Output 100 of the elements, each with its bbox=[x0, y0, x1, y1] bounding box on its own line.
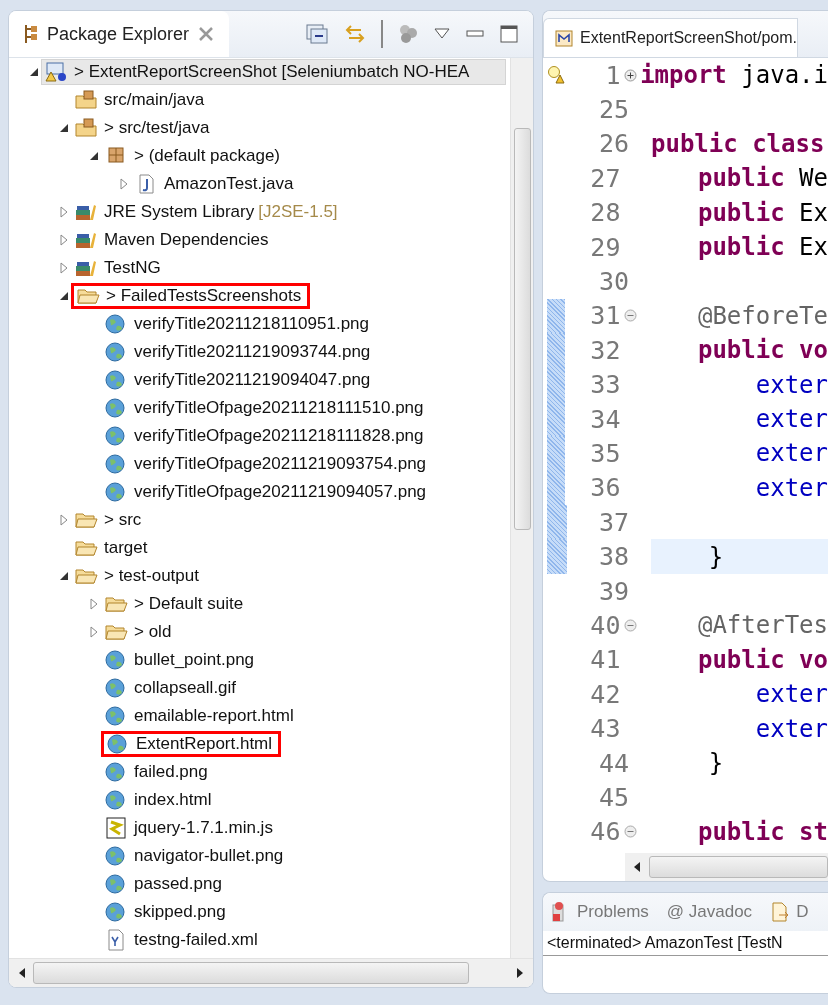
line-number: 37 bbox=[597, 507, 629, 537]
item-label: > src bbox=[104, 510, 142, 530]
collapse-fold-icon[interactable] bbox=[623, 309, 637, 323]
tree-item[interactable]: target bbox=[71, 535, 155, 561]
scroll-right-icon[interactable] bbox=[515, 967, 525, 979]
tree-item[interactable]: > ExtentReportScreenShot [Seleniumbatch NO-HEA bbox=[41, 59, 506, 85]
editor-tab[interactable]: ExtentReportScreenShot/pom. bbox=[543, 18, 798, 57]
collapse-fold-icon[interactable] bbox=[623, 825, 637, 839]
tree-item[interactable]: verifyTitle20211219093744.png bbox=[101, 339, 378, 365]
tree-item[interactable]: ExtentReport.html bbox=[101, 731, 282, 757]
line-number: 43 bbox=[589, 714, 621, 744]
scroll-left-icon[interactable] bbox=[633, 861, 641, 873]
globe-icon bbox=[104, 425, 128, 447]
line-number: 1 bbox=[604, 60, 621, 90]
line-number: 30 bbox=[597, 267, 629, 297]
editor-scrollbar[interactable] bbox=[625, 853, 828, 881]
panel-tab[interactable]: Problems bbox=[551, 901, 649, 923]
tree-item[interactable]: bullet_point.png bbox=[101, 647, 262, 673]
line-number: 44 bbox=[597, 748, 629, 778]
view-menu-icon[interactable] bbox=[433, 27, 451, 41]
code-line: public class bbox=[651, 129, 825, 158]
code-line: public Ex bbox=[696, 198, 828, 227]
tree-item[interactable]: src/main/java bbox=[71, 87, 212, 113]
tree-item[interactable]: verifyTitle20211219094047.png bbox=[101, 367, 378, 393]
tree-item[interactable]: AmazonTest.java bbox=[131, 171, 301, 197]
collapse-all-icon[interactable] bbox=[305, 23, 329, 45]
tree-item[interactable]: verifyTitle20211218110951.png bbox=[101, 311, 377, 337]
line-number: 29 bbox=[589, 232, 621, 262]
item-label: > Default suite bbox=[134, 594, 244, 614]
item-label: verifyTitleOfpage20211218111510.png bbox=[134, 398, 424, 418]
tree-item[interactable]: verifyTitleOfpage20211218111510.png bbox=[101, 395, 431, 421]
item-label: src/main/java bbox=[104, 90, 205, 110]
item-label: verifyTitle20211219094047.png bbox=[134, 370, 371, 390]
code-line: public Ex bbox=[696, 233, 828, 262]
line-number: 25 bbox=[597, 95, 629, 125]
line-number: 31 bbox=[589, 301, 621, 331]
tree-item[interactable]: collapseall.gif bbox=[101, 675, 244, 701]
tree-item[interactable]: verifyTitleOfpage20211219094057.png bbox=[101, 479, 434, 505]
code-line: import java.i bbox=[640, 61, 828, 90]
maximize-icon[interactable] bbox=[499, 24, 519, 44]
lightbulb-warning-icon[interactable] bbox=[547, 65, 565, 86]
console-status: <terminated> AmazonTest [TestN bbox=[543, 931, 828, 956]
globe-icon bbox=[104, 789, 128, 811]
line-number: 42 bbox=[589, 679, 621, 709]
globe-icon bbox=[104, 901, 128, 923]
tree-item[interactable]: > src/test/java bbox=[71, 115, 217, 141]
tree-item[interactable]: JRE System Library [J2SE-1.5] bbox=[71, 199, 345, 225]
line-number: 28 bbox=[589, 198, 621, 228]
scroll-left-icon[interactable] bbox=[17, 967, 27, 979]
line-number: 26 bbox=[597, 129, 629, 159]
tree-item[interactable]: > old bbox=[101, 619, 179, 645]
code-line: } bbox=[707, 542, 724, 571]
item-label: verifyTitleOfpage20211218111828.png bbox=[134, 426, 424, 446]
tree-item[interactable]: > test-output bbox=[71, 563, 206, 589]
globe-icon bbox=[104, 369, 128, 391]
item-label: > old bbox=[134, 622, 172, 642]
tree-item[interactable]: emailable-report.html bbox=[101, 703, 301, 729]
vertical-scrollbar[interactable] bbox=[510, 58, 533, 958]
tree-item[interactable]: > (default package) bbox=[101, 143, 287, 169]
circles-icon[interactable] bbox=[397, 23, 419, 45]
globe-icon bbox=[104, 649, 128, 671]
tree-item[interactable]: > FailedTestsScreenshots bbox=[71, 283, 311, 309]
horizontal-scrollbar[interactable] bbox=[9, 958, 533, 987]
panel-tab[interactable]: D bbox=[770, 901, 809, 923]
tree-item[interactable]: failed.png bbox=[101, 759, 215, 785]
close-icon[interactable] bbox=[197, 25, 216, 43]
tree-item[interactable]: > src bbox=[71, 507, 149, 533]
panel-tab[interactable]: @ Javadoc bbox=[666, 902, 753, 922]
hierarchy-icon bbox=[23, 23, 39, 45]
line-number: 33 bbox=[589, 370, 621, 400]
tree-item[interactable]: passed.png bbox=[101, 871, 229, 897]
tree-item[interactable]: skipped.png bbox=[101, 899, 233, 925]
view-tab[interactable]: Package Explorer bbox=[9, 11, 230, 57]
tree-item[interactable]: verifyTitleOfpage20211219093754.png bbox=[101, 451, 434, 477]
source-folder-icon bbox=[74, 117, 98, 139]
tree-item[interactable]: > Default suite bbox=[101, 591, 251, 617]
tree-item[interactable]: Maven Dependencies bbox=[71, 227, 276, 253]
item-label: > ExtentReportScreenShot [Seleniumbatch NO-HEA bbox=[74, 62, 470, 82]
code-line: @BeforeTe bbox=[696, 301, 828, 330]
globe-icon bbox=[104, 341, 128, 363]
item-label: TestNG bbox=[104, 258, 161, 278]
tree-item[interactable]: TestNG bbox=[71, 255, 168, 281]
line-number: 38 bbox=[597, 542, 629, 572]
script-file-icon bbox=[104, 817, 128, 839]
code-line: exter bbox=[754, 680, 828, 709]
tree-item[interactable]: jquery-1.7.1.min.js bbox=[101, 815, 280, 841]
code-line: exter bbox=[754, 405, 828, 434]
code-line: @AfterTes bbox=[696, 611, 828, 640]
tree-item[interactable]: navigator-bullet.png bbox=[101, 843, 291, 869]
item-label: verifyTitleOfpage20211219094057.png bbox=[134, 482, 427, 502]
item-label: testng-failed.xml bbox=[134, 930, 258, 950]
tree-item[interactable]: index.html bbox=[101, 787, 219, 813]
globe-icon bbox=[104, 705, 128, 727]
tree-item[interactable]: testng-failed.xml bbox=[101, 927, 265, 953]
item-label: collapseall.gif bbox=[134, 678, 237, 698]
code-line: exter bbox=[754, 370, 828, 399]
view-title: Package Explorer bbox=[47, 23, 190, 45]
expand-fold-icon[interactable] bbox=[623, 68, 637, 82]
tree-item[interactable]: verifyTitleOfpage20211218111828.png bbox=[101, 423, 431, 449]
collapse-fold-icon[interactable] bbox=[623, 618, 637, 632]
